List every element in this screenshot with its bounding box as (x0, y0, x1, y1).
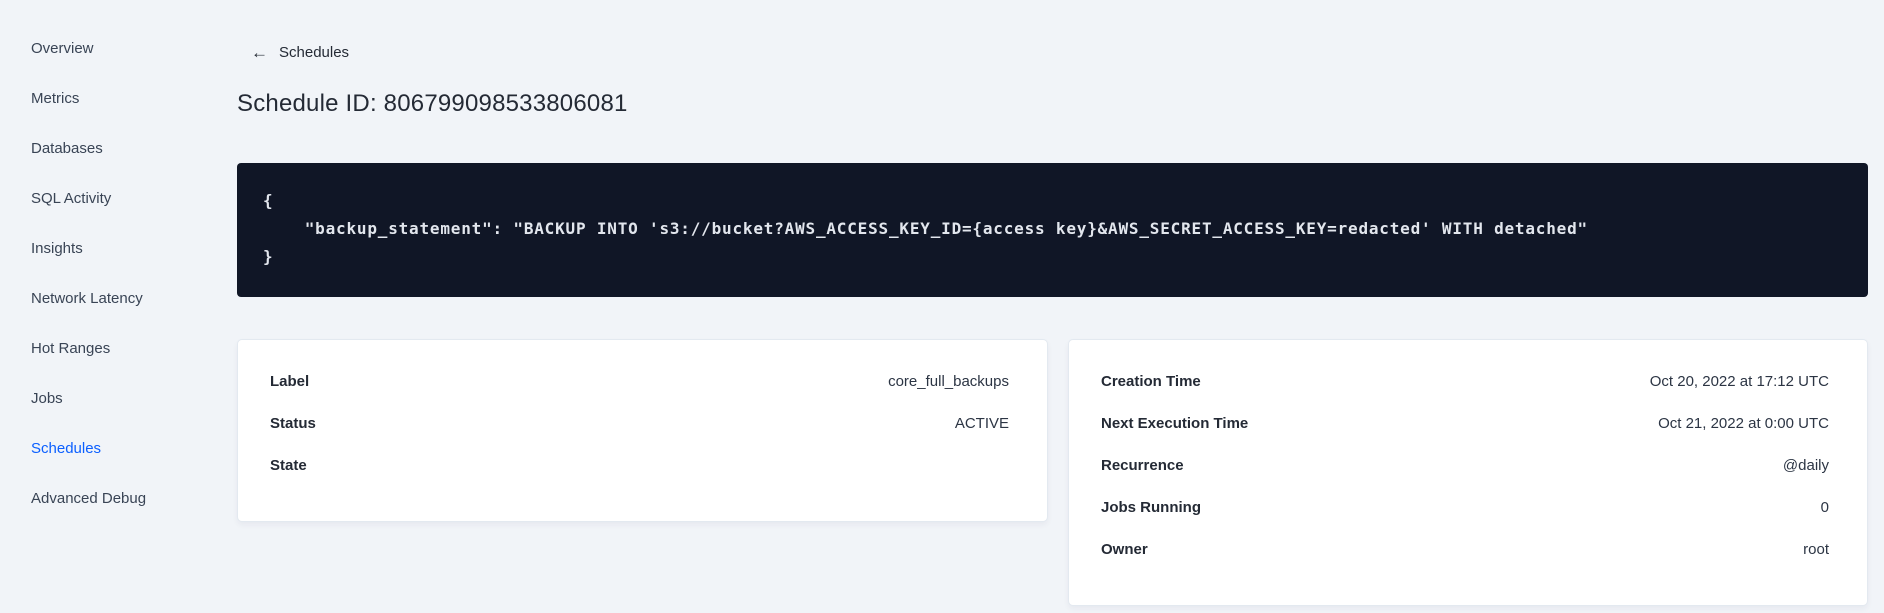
detail-row-value: Oct 21, 2022 at 0:00 UTC (1658, 414, 1829, 432)
back-arrow-icon: ← (251, 43, 268, 62)
code-line: "backup_statement": "BACKUP INTO 's3://b… (263, 219, 1588, 238)
detail-row-value: @daily (1782, 456, 1829, 474)
sidebar-item[interactable]: Metrics (31, 90, 79, 107)
sidebar-item[interactable]: Schedules (31, 440, 101, 457)
detail-row-label: State (270, 456, 307, 474)
detail-row: Next Execution Time Oct 21, 2022 at 0:00… (1101, 402, 1829, 444)
detail-row: Label core_full_backups (270, 360, 1009, 402)
detail-row-label: Status (270, 414, 316, 432)
page-title: Schedule ID: 806799098533806081 (237, 90, 628, 117)
sidebar-item[interactable]: Network Latency (31, 290, 143, 307)
code-line: } (263, 247, 274, 266)
sidebar-item[interactable]: Overview (31, 40, 94, 57)
detail-row-label: Label (270, 372, 310, 390)
sidebar-item[interactable]: Databases (31, 140, 103, 157)
sidebar-item[interactable]: Jobs (31, 390, 63, 407)
detail-row: State (270, 444, 1009, 486)
detail-row: Recurrence @daily (1101, 444, 1829, 486)
sidebar-nav: Overview Metrics Databases SQL Activity … (0, 0, 237, 613)
detail-row-value: ACTIVE (954, 414, 1009, 432)
sidebar-item[interactable]: Insights (31, 240, 83, 257)
detail-row: Creation Time Oct 20, 2022 at 17:12 UTC (1101, 360, 1829, 402)
detail-row-label: Recurrence (1101, 456, 1184, 474)
detail-row: Jobs Running 0 (1101, 486, 1829, 528)
detail-row: Owner root (1101, 528, 1829, 570)
back-link-label: Schedules (279, 44, 350, 61)
detail-row-value: core_full_backups (888, 372, 1009, 390)
detail-row-value: root (1803, 540, 1829, 558)
schedule-timing-card: Creation Time Oct 20, 2022 at 17:12 UTC … (1068, 339, 1868, 606)
detail-row-label: Owner (1101, 540, 1148, 558)
sidebar-item[interactable]: Hot Ranges (31, 340, 110, 357)
code-line: { (263, 191, 274, 210)
backup-statement-code-block: { "backup_statement": "BACKUP INTO 's3:/… (237, 163, 1868, 297)
detail-row-value: Oct 20, 2022 at 17:12 UTC (1649, 372, 1829, 390)
schedule-details-page: Overview Metrics Databases SQL Activity … (0, 0, 1884, 613)
sidebar-item[interactable]: SQL Activity (31, 190, 111, 207)
detail-row: Status ACTIVE (270, 402, 1009, 444)
back-to-schedules-link[interactable]: ← Schedules (251, 44, 349, 61)
detail-row-label: Next Execution Time (1101, 414, 1249, 432)
detail-row-label: Jobs Running (1101, 498, 1201, 516)
detail-cards: Label core_full_backups Status ACTIVE St… (237, 339, 1868, 606)
detail-row-value: 0 (1820, 498, 1829, 516)
sidebar-item[interactable]: Advanced Debug (31, 490, 146, 507)
main-content: ← Schedules Schedule ID: 806799098533806… (237, 0, 1868, 613)
detail-row-label: Creation Time (1101, 372, 1201, 390)
schedule-label-card: Label core_full_backups Status ACTIVE St… (237, 339, 1048, 522)
